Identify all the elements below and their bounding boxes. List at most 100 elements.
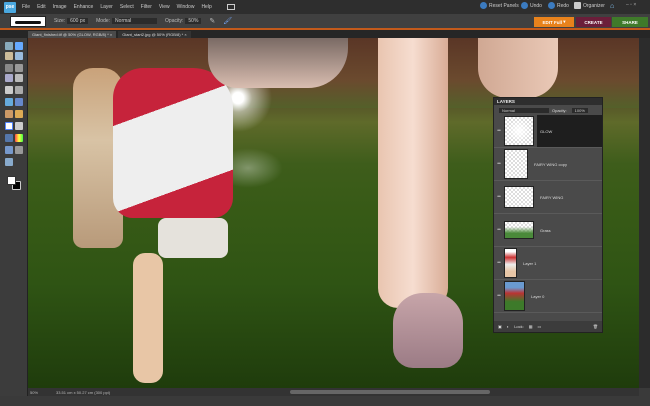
layer-row-grass[interactable]: •• Grass [494,214,602,247]
undo-button[interactable]: Undo [521,2,542,9]
lock-all-icon[interactable]: ▭ [538,324,542,329]
tab-giant-finished[interactable]: Giant_finished.tif @ 50% (GLOW, RGB/8) *… [28,31,117,38]
size-input[interactable]: 600 px [67,18,89,24]
visibility-eye-icon[interactable]: •• [494,260,504,266]
organizer-label: Organizer [583,2,605,9]
visibility-eye-icon[interactable]: •• [494,161,504,167]
layer-name: FAIRY WING copy [534,161,567,167]
brush-icon[interactable]: ✎ [209,17,215,25]
layers-panel: LAYERS Normal Opacity: 100% •• GLOW •• FAI… [493,97,603,333]
menu-help[interactable]: Help [201,4,211,10]
layer-name: GLOW [537,115,602,147]
edit-label: EDIT Full [542,19,562,25]
airbrush-icon[interactable]: 🖌 [223,17,232,25]
selection-brush-icon[interactable] [15,74,23,82]
tools-panel [0,38,28,396]
arrange-icon[interactable] [226,4,235,10]
layer-row-fairy-wing-copy[interactable]: •• FAIRY WING copy [494,148,602,181]
window-controls[interactable]: – ▫ × [626,2,636,8]
horizontal-scrollbar[interactable] [290,390,490,394]
layer-thumbnail [504,248,517,278]
visibility-eye-icon[interactable]: •• [494,293,504,299]
zoom-tool-icon[interactable] [15,42,23,50]
opacity-input[interactable]: 50% [185,18,202,24]
menu-select[interactable]: Select [120,4,134,10]
menu-filter[interactable]: Filter [141,4,152,10]
sponge-tool-icon[interactable] [5,158,13,166]
girl-shirt [113,68,233,218]
layer-thumbnail [504,149,528,179]
giant-hand [208,38,348,88]
layer-thumbnail [504,221,534,239]
document-tabs: Giant_finished.tif @ 50% (GLOW, RGB/8) *… [0,30,650,38]
menu-image[interactable]: Image [53,4,67,10]
zoom-level[interactable]: 50% [30,390,56,395]
visibility-eye-icon[interactable]: •• [494,128,504,134]
home-icon[interactable]: ⌂ [610,3,614,10]
undo-label: Undo [530,2,542,9]
girl-shorts [158,218,228,258]
layer-name: Layer 1 [523,260,537,266]
mode-select[interactable]: Normal [112,18,158,24]
layer-thumbnail [504,116,534,146]
layer-opacity-input[interactable]: 100% [571,107,588,113]
lock-transparency-icon[interactable]: ▦ [529,324,533,329]
move-tool-icon[interactable] [5,42,13,50]
organizer-icon [574,2,581,9]
shape-tool-icon[interactable] [5,146,13,154]
menu-file[interactable]: File [22,4,30,10]
layer-row-layer-0[interactable]: •• Layer 0 [494,280,602,313]
magic-wand-tool-icon[interactable] [5,74,13,82]
paint-bucket-icon[interactable] [5,134,13,142]
brush-tool-icon[interactable] [5,122,13,130]
gradient-tool-icon[interactable] [15,134,23,142]
hand-tool-icon[interactable] [5,52,13,60]
new-layer-icon[interactable]: ▣ [498,324,502,329]
foreground-color-swatch[interactable] [7,176,16,185]
redo-label: Redo [557,2,569,9]
eyedropper-tool-icon[interactable] [15,52,23,60]
clone-stamp-icon[interactable] [5,110,13,118]
delete-layer-icon[interactable]: 🗑 [593,324,598,329]
menu-layer[interactable]: Layer [100,4,113,10]
adjustment-layer-icon[interactable]: ◐ [507,324,509,329]
menu-edit[interactable]: Edit [37,4,46,10]
visibility-eye-icon[interactable]: •• [494,194,504,200]
redo-icon [548,2,555,9]
tab-label: Giant_start2.jpg @ 50% (RGB/8) * [122,32,184,37]
layer-row-fairy-wing[interactable]: •• FAIRY WING [494,181,602,214]
app-logo: pse [4,1,16,13]
girl-leg [133,253,163,383]
layer-name: Layer 0 [531,293,545,299]
organizer-button[interactable]: Organizer [574,2,605,9]
lasso-tool-icon[interactable] [15,64,23,72]
menu-window[interactable]: Window [177,4,195,10]
redo-button[interactable]: Redo [548,2,569,9]
visibility-eye-icon[interactable]: •• [494,227,504,233]
crop-tool-icon[interactable] [15,86,23,94]
tab-giant-start2[interactable]: Giant_start2.jpg @ 50% (RGB/8) * × [118,31,191,38]
marquee-tool-icon[interactable] [5,64,13,72]
type-tool-icon[interactable] [5,86,13,94]
blend-mode-select[interactable]: Normal [499,107,549,113]
eraser-tool-icon[interactable] [15,122,23,130]
document-size: 33.51 cm x 50.27 cm (300 ppi) [56,389,111,395]
layer-row-layer-1[interactable]: •• Layer 1 [494,247,602,280]
opacity-label: Opacity: [165,18,184,24]
pencil-tool-icon[interactable] [15,110,23,118]
menu-view[interactable]: View [159,4,170,10]
layer-name: FAIRY WING [540,194,564,200]
brush-preview[interactable] [10,15,46,27]
menu-enhance[interactable]: Enhance [74,4,94,10]
redeye-tool-icon[interactable] [5,98,13,106]
blur-tool-icon[interactable] [15,146,23,154]
create-button[interactable]: CREATE [576,17,611,27]
edit-full-button[interactable]: EDIT Full ▾ [534,17,574,27]
layer-thumbnail [504,281,525,311]
vertical-scrollbar[interactable] [639,38,650,388]
layer-row-glow[interactable]: •• GLOW [494,115,602,148]
tool-options-bar: Size: 600 px Mode: Normal Opacity: 50% ✎ 🖌 … [0,14,650,30]
spot-healing-icon[interactable] [15,98,23,106]
share-button[interactable]: SHARE [612,17,648,27]
reset-panels-button[interactable]: Reset Panels [480,2,519,9]
